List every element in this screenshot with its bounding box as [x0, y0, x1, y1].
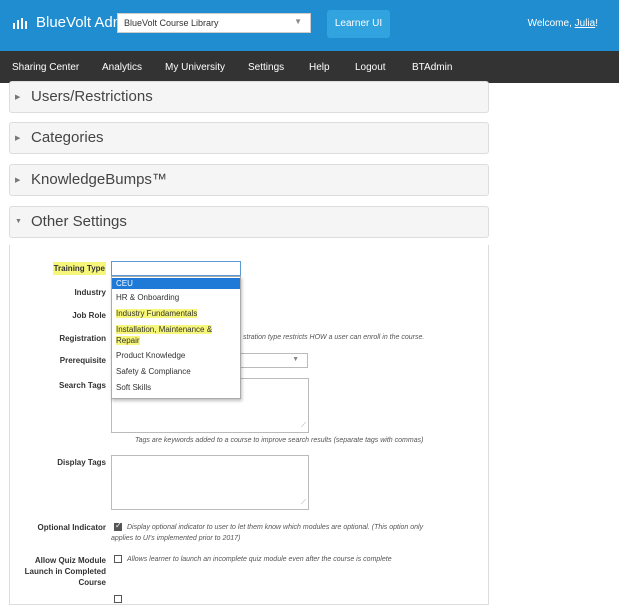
optional-indicator-help-text-2: applies to UI's implemented prior to 201… [111, 535, 241, 542]
main-nav: Sharing Center Analytics My University S… [0, 51, 619, 83]
chevron-down-icon: ▼ [292, 356, 299, 363]
collapsed-arrow-icon: ▶ [15, 94, 21, 101]
industry-label: Industry [74, 288, 106, 297]
nav-sharing-center[interactable]: Sharing Center [12, 62, 79, 73]
prerequisite-label: Prerequisite [59, 356, 106, 365]
training-type-label-text: Training Type [52, 262, 106, 275]
allow-quiz-help-text: Allows learner to launch an incomplete q… [127, 556, 392, 563]
dropdown-option-soft-skills[interactable]: Soft Skills [112, 382, 240, 393]
job-role-label: Job Role [72, 311, 106, 320]
expanded-arrow-icon: ▼ [15, 218, 22, 225]
nav-btadmin[interactable]: BTAdmin [412, 62, 452, 73]
option-label: Installation, Maintenance & [116, 325, 213, 334]
dropdown-option-installation-maintenance-repair[interactable]: Installation, Maintenance & Repair [112, 324, 240, 346]
nav-my-university[interactable]: My University [165, 62, 225, 73]
optional-indicator-checkbox[interactable] [114, 521, 122, 531]
welcome-prefix: Welcome, [527, 18, 575, 29]
training-type-dropdown[interactable]: CEU HR & Onboarding Industry Fundamental… [111, 276, 241, 399]
allow-quiz-checkbox[interactable] [114, 555, 122, 563]
option-label-continued: Repair [116, 336, 140, 345]
collapsed-arrow-icon: ▶ [15, 177, 21, 184]
chevron-down-icon: ▼ [294, 17, 302, 26]
panel-title: Categories [31, 129, 104, 146]
nav-settings[interactable]: Settings [248, 62, 284, 73]
next-setting-checkbox[interactable] [114, 595, 122, 603]
search-tags-label: Search Tags [59, 381, 106, 390]
dropdown-option-industry-fundamentals[interactable]: Industry Fundamentals [112, 308, 240, 319]
welcome-user-link[interactable]: Julia [575, 18, 596, 29]
learner-ui-button[interactable]: Learner UI [327, 10, 390, 38]
welcome-message: Welcome, Julia! [528, 18, 598, 29]
training-type-label: Training Type [10, 262, 106, 275]
nav-logout[interactable]: Logout [355, 62, 386, 73]
nav-help[interactable]: Help [309, 62, 330, 73]
dropdown-option-hr-onboarding[interactable]: HR & Onboarding [112, 292, 240, 303]
panel-categories[interactable]: ▶ Categories [9, 122, 489, 154]
panel-knowledgebumps[interactable]: ▶ KnowledgeBumps™ [9, 164, 489, 196]
registration-help-text: stration type restricts HOW a user can e… [243, 334, 425, 341]
allow-quiz-label-2: Launch in Completed [24, 567, 106, 576]
collapsed-arrow-icon: ▶ [15, 135, 21, 142]
registration-label: Registration [59, 334, 106, 343]
allow-quiz-label-1: Allow Quiz Module [34, 556, 106, 565]
search-tags-help-text: Tags are keywords added to a course to i… [135, 437, 424, 444]
panel-title: Other Settings [31, 213, 127, 230]
course-library-select-value: BlueVolt Course Library [124, 18, 219, 28]
dropdown-option-safety-compliance[interactable]: Safety & Compliance [112, 366, 240, 377]
display-tags-input[interactable]: ⟋ [111, 455, 309, 510]
allow-quiz-label: Allow Quiz Module Launch in Completed Co… [10, 555, 106, 588]
course-settings-content: ▶ Users/Restrictions ▶ Categories ▶ Know… [9, 81, 489, 605]
dropdown-option-ceu[interactable]: CEU [112, 278, 240, 289]
resize-handle-icon[interactable]: ⟋ [301, 422, 306, 430]
panel-title: KnowledgeBumps™ [31, 171, 167, 188]
option-label: Industry Fundamentals [116, 309, 198, 318]
resize-handle-icon[interactable]: ⟋ [301, 499, 306, 507]
bluevolt-logo-icon [13, 18, 27, 29]
panel-users-restrictions[interactable]: ▶ Users/Restrictions [9, 81, 489, 113]
training-type-select[interactable] [111, 261, 241, 276]
display-tags-label: Display Tags [57, 458, 106, 467]
other-settings-body: Training Type Industry Job Role Registra… [9, 245, 489, 605]
panel-other-settings[interactable]: ▼ Other Settings [9, 206, 489, 238]
course-library-select[interactable]: BlueVolt Course Library ▼ [117, 13, 311, 33]
panel-title: Users/Restrictions [31, 88, 153, 105]
optional-indicator-label: Optional Indicator [37, 523, 106, 532]
allow-quiz-label-3: Course [78, 578, 106, 587]
nav-analytics[interactable]: Analytics [102, 62, 142, 73]
dropdown-option-product-knowledge[interactable]: Product Knowledge [112, 350, 240, 361]
welcome-suffix: ! [595, 18, 598, 29]
optional-indicator-help-text: Display optional indicator to user to le… [127, 524, 424, 531]
top-bar: BlueVolt Admin BlueVolt Course Library ▼… [0, 0, 619, 51]
